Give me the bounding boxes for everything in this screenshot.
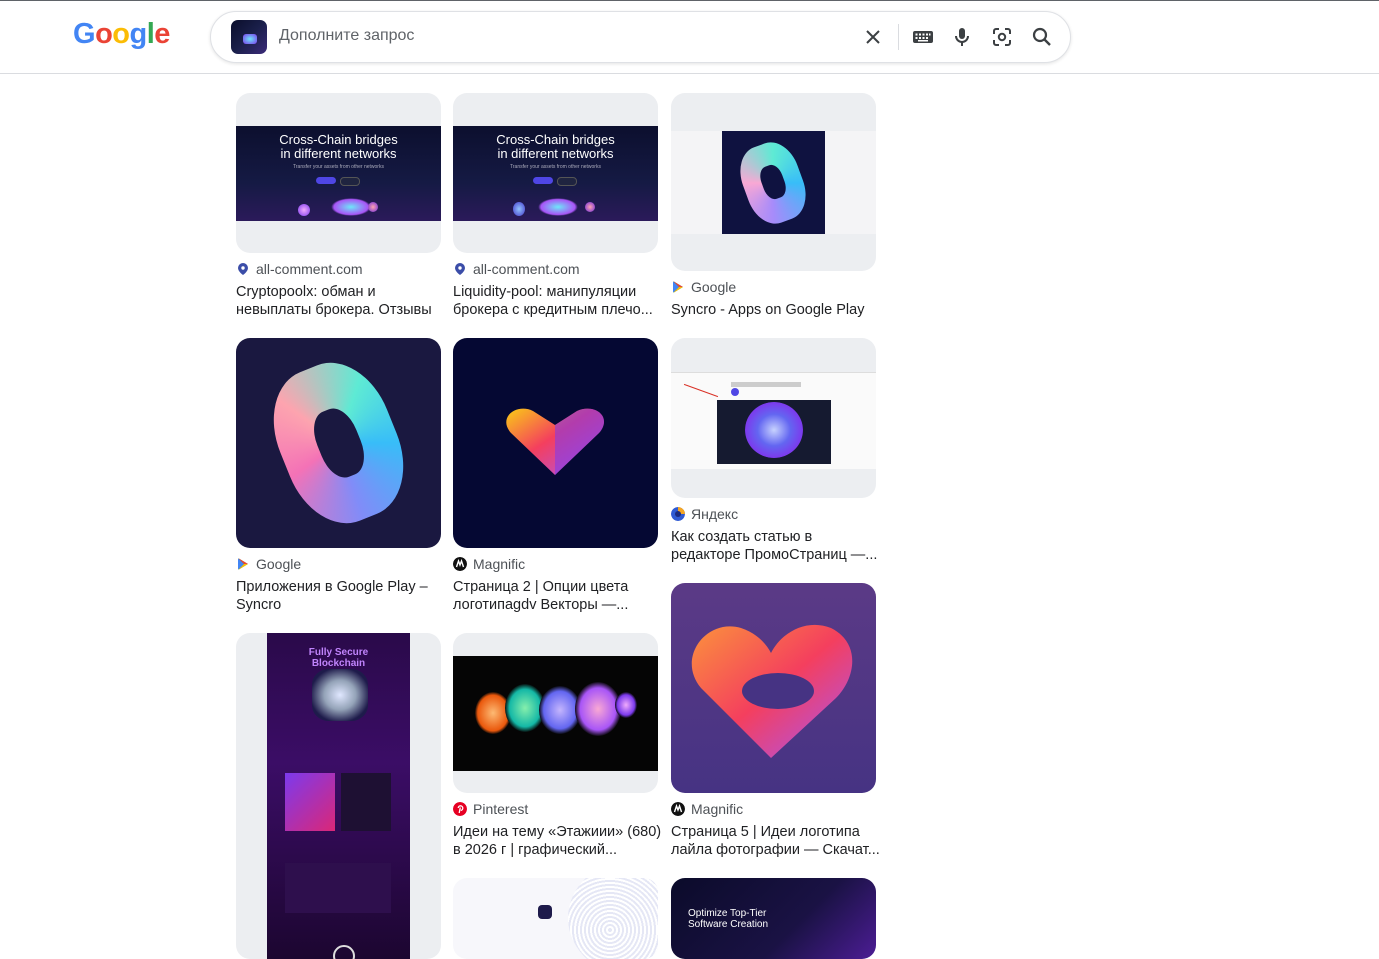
result-image[interactable] xyxy=(453,338,658,548)
result-image[interactable]: Fully Secure Blockchain xyxy=(236,633,441,959)
result-source[interactable]: Magnific xyxy=(453,556,658,572)
result-card[interactable] xyxy=(453,878,658,959)
result-card[interactable]: Яндекс Как создать статью в редакторе Пр… xyxy=(671,338,877,564)
result-card[interactable]: Google Syncro - Apps on Google Play xyxy=(671,93,876,319)
clear-icon[interactable] xyxy=(861,25,885,49)
banner-title: Cross-Chain bridges in different network… xyxy=(279,132,398,161)
microphone-icon[interactable] xyxy=(950,25,974,49)
header: Google Дополните запрос xyxy=(0,1,1379,74)
google-logo[interactable]: Google xyxy=(73,18,170,51)
source-name: Яндекс xyxy=(691,506,739,522)
banner-title: Fully Secure Blockchain xyxy=(308,647,369,669)
result-source[interactable]: Magnific xyxy=(671,801,876,817)
lens-icon[interactable] xyxy=(990,25,1014,49)
pin-icon xyxy=(238,263,248,275)
yandex-icon xyxy=(671,507,685,521)
result-title[interactable]: Cryptopoolx: обман и невыплаты брокера. … xyxy=(236,283,446,319)
source-name: Google xyxy=(691,279,737,295)
heart-logo-image xyxy=(506,408,604,475)
banner-subtitle: Transfer your assets from other networks xyxy=(293,164,384,170)
source-name: Pinterest xyxy=(473,801,529,817)
magnific-icon xyxy=(453,557,467,571)
pin-icon xyxy=(455,263,465,275)
logo-letter: o xyxy=(112,18,130,50)
result-title[interactable]: Страница 2 | Опции цвета логотипаgdv Век… xyxy=(453,578,663,614)
result-card[interactable]: Pinterest Идеи на тему «Этажиии» (680) в… xyxy=(453,633,661,859)
source-name: all-comment.com xyxy=(473,261,580,277)
logo-letter: g xyxy=(129,18,148,50)
banner-subtitle: Transfer your assets from other networks xyxy=(510,164,601,170)
heart-ribbon-image xyxy=(691,624,853,758)
result-card[interactable]: Google Приложения в Google Play – Syncro xyxy=(236,338,441,614)
result-image[interactable]: Optimize Top-Tier Software Creation xyxy=(671,878,876,959)
banner-title: Cross-Chain bridges in different network… xyxy=(496,132,615,161)
result-source[interactable]: all-comment.com xyxy=(453,261,658,277)
result-card[interactable]: Magnific Страница 2 | Опции цвета логоти… xyxy=(453,338,658,614)
result-image[interactable] xyxy=(671,338,876,498)
result-card[interactable]: Magnific Страница 5 | Идеи логотипа лайл… xyxy=(671,583,880,859)
banner-title: Optimize Top-Tier Software Creation xyxy=(688,908,769,930)
logo-letter: o xyxy=(95,18,113,50)
logo-letter: G xyxy=(73,18,96,50)
source-name: Google xyxy=(256,556,302,572)
result-source[interactable]: all-comment.com xyxy=(236,261,441,277)
result-source[interactable]: Google xyxy=(671,279,876,295)
result-title[interactable]: Syncro - Apps on Google Play xyxy=(671,301,881,319)
result-image[interactable] xyxy=(236,338,441,548)
result-image[interactable] xyxy=(453,878,658,959)
result-title[interactable]: Как создать статью в редакторе ПромоСтра… xyxy=(671,528,881,564)
search-divider xyxy=(898,24,899,50)
result-source[interactable]: Яндекс xyxy=(671,506,876,522)
search-input[interactable]: Дополните запрос xyxy=(279,27,414,45)
result-image[interactable] xyxy=(453,633,658,793)
logo-letter: e xyxy=(154,18,170,50)
result-source[interactable]: Pinterest xyxy=(453,801,658,817)
search-image-thumbnail[interactable] xyxy=(231,20,267,54)
result-title[interactable]: Страница 5 | Идеи логотипа лайла фотогра… xyxy=(671,823,881,859)
search-box[interactable]: Дополните запрос xyxy=(210,11,1071,63)
result-source[interactable]: Google xyxy=(236,556,441,572)
logo-letter: l xyxy=(146,18,155,50)
result-card[interactable]: Cross-Chain bridges in different network… xyxy=(236,93,441,319)
result-card[interactable]: Optimize Top-Tier Software Creation xyxy=(671,878,876,959)
result-card[interactable]: Cross-Chain bridges in different network… xyxy=(453,93,658,319)
result-image[interactable] xyxy=(671,93,876,271)
source-name: Magnific xyxy=(691,801,744,817)
result-title[interactable]: Идеи на тему «Этажиии» (680) в 2026 г | … xyxy=(453,823,663,859)
magnific-icon xyxy=(671,802,685,816)
keyboard-icon[interactable] xyxy=(911,25,935,49)
result-title[interactable]: Приложения в Google Play – Syncro xyxy=(236,578,446,614)
google-play-icon xyxy=(673,281,683,293)
source-name: all-comment.com xyxy=(256,261,363,277)
pinterest-icon xyxy=(453,802,467,816)
result-title[interactable]: Liquidity-pool: манипуляции брокера с кр… xyxy=(453,283,663,319)
google-play-icon xyxy=(238,558,248,570)
source-name: Magnific xyxy=(473,556,526,572)
result-card[interactable]: Fully Secure Blockchain xyxy=(236,633,441,959)
result-image[interactable]: Cross-Chain bridges in different network… xyxy=(453,93,658,253)
search-icon[interactable] xyxy=(1030,25,1054,49)
result-image[interactable]: Cross-Chain bridges in different network… xyxy=(236,93,441,253)
result-image[interactable] xyxy=(671,583,876,793)
